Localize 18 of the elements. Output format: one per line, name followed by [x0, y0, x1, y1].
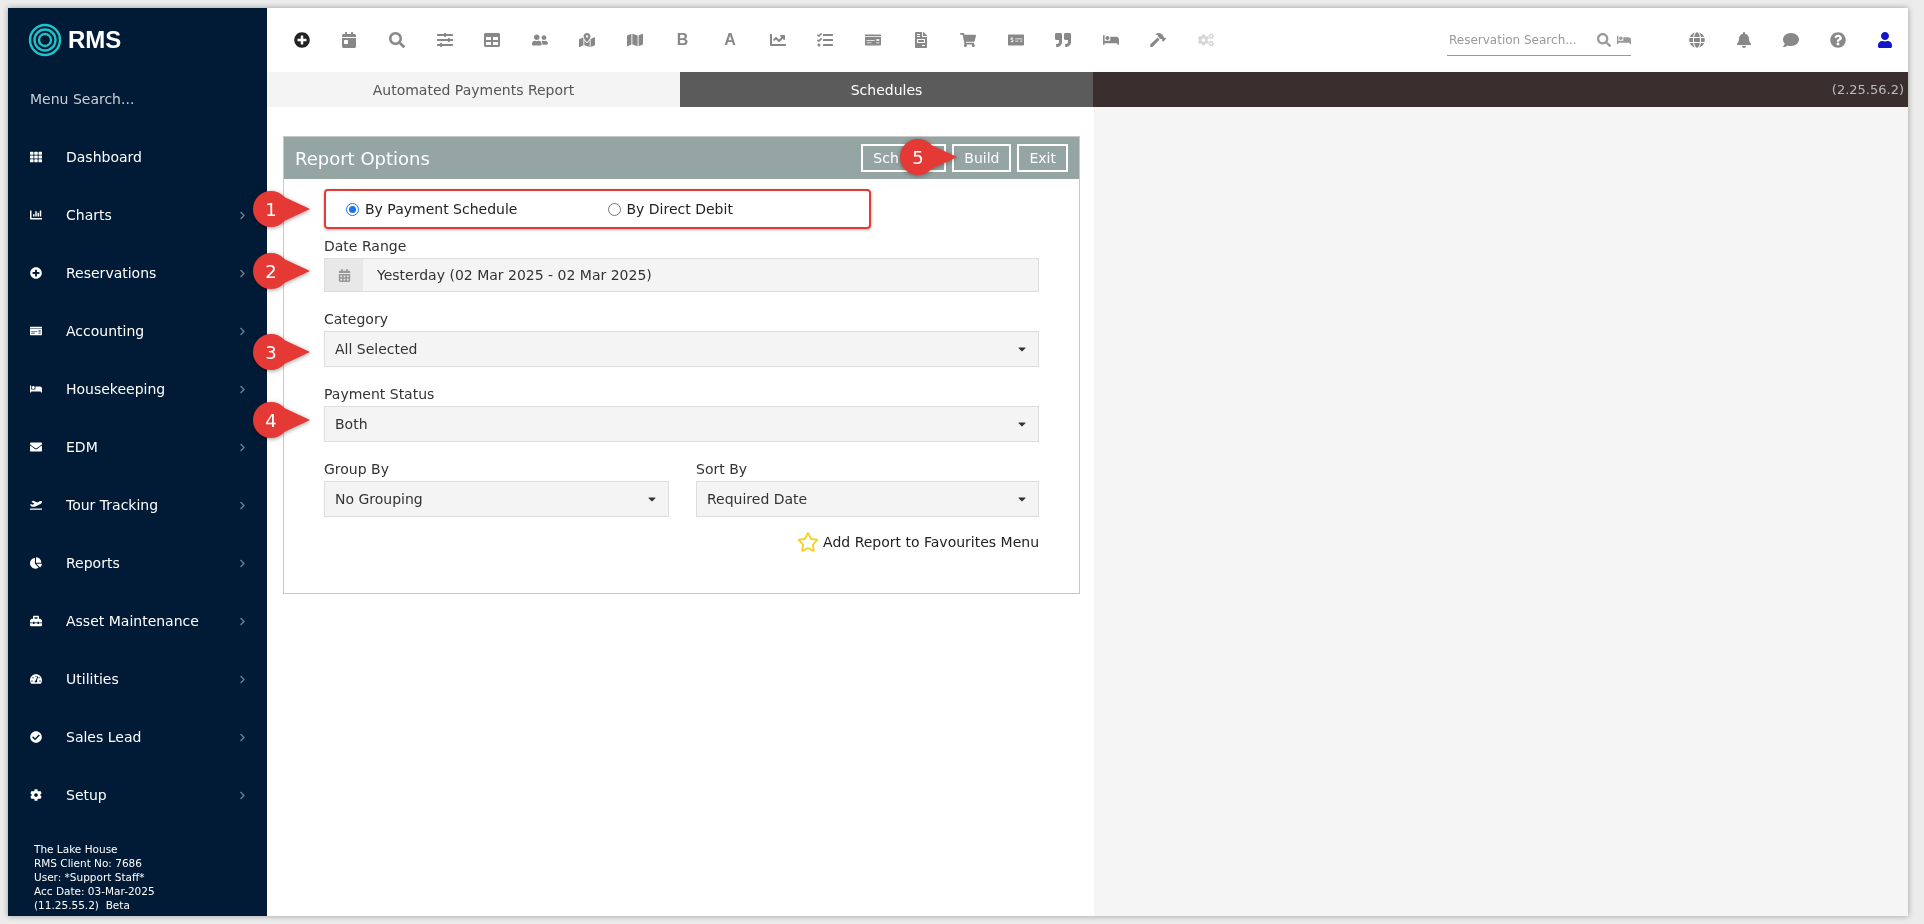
footer-text: The Lake House [34, 842, 119, 856]
footer-text: User: *Support Staff* [34, 870, 146, 884]
version-text: (2.25.56.2) [1831, 82, 1905, 97]
callout-tooltip: 5 [899, 138, 959, 176]
field-label: Sort By [696, 461, 749, 477]
callout-tooltip: 4 [252, 401, 312, 439]
field-label: Group By [324, 461, 390, 477]
logo-text: RMS [68, 26, 122, 54]
field-label: Category [324, 311, 389, 327]
callout-tooltip: 2 [252, 252, 312, 290]
footer-text: (11.25.55.2) Beta [34, 898, 131, 912]
field-label: Payment Status [324, 386, 436, 402]
footer-text: Acc Date: 03-Mar-2025 [34, 884, 156, 898]
footer-text: RMS Client No: 7686 [34, 856, 143, 870]
callout-tooltip: 3 [252, 333, 312, 371]
field-label: Date Range [324, 238, 408, 254]
panel-title: Report Options [295, 147, 431, 169]
callout-tooltip: 1 [252, 190, 312, 228]
